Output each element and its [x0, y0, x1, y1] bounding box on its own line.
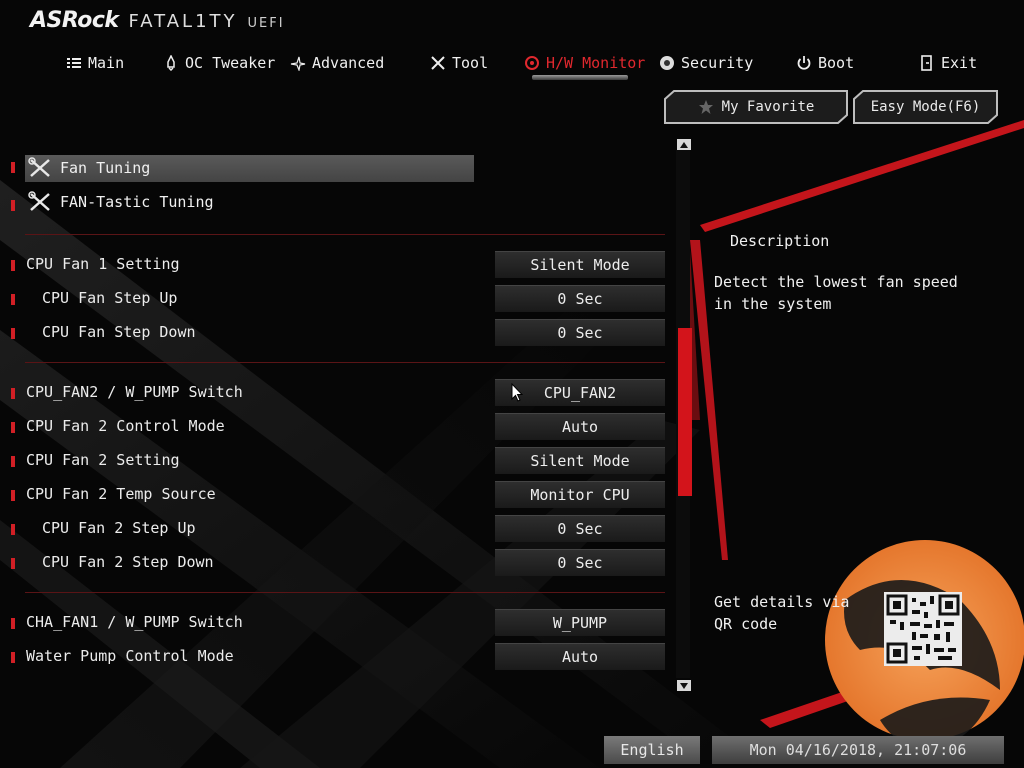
tools-icon [431, 56, 445, 70]
row-marker [11, 388, 15, 399]
uefi-label: UEFI [247, 16, 285, 31]
tab-tool[interactable]: Tool [430, 52, 488, 74]
fan-tuning-item[interactable]: Fan Tuning [28, 155, 150, 181]
triangle-down-icon [680, 682, 688, 689]
row-marker [11, 162, 15, 173]
exit-door-icon [921, 55, 932, 71]
product-logo-text: FATAL1TY [128, 11, 238, 32]
shield-icon [660, 56, 674, 70]
tab-label: Boot [818, 54, 855, 72]
tab-security[interactable]: Security [659, 52, 753, 74]
tools-icon [28, 191, 50, 211]
monitor-gauge-icon [525, 56, 539, 70]
section-divider [25, 592, 665, 593]
list-icon [67, 58, 81, 68]
mouse-cursor-icon [511, 383, 523, 402]
setting-value-button[interactable]: Silent Mode [495, 447, 665, 474]
star-icon [698, 100, 713, 114]
tab-label: H/W Monitor [546, 54, 646, 72]
my-favorite-button[interactable]: My Favorite [664, 90, 848, 124]
tab-exit[interactable]: Exit [919, 52, 977, 74]
setting-label: CHA_FAN1 / W_PUMP Switch [26, 613, 243, 631]
row-marker [11, 294, 15, 305]
fan-tuning-label: Fan Tuning [60, 159, 151, 177]
fantastic-tuning-item[interactable]: FAN-Tastic Tuning [28, 189, 214, 215]
setting-value-button[interactable]: Monitor CPU [495, 481, 665, 508]
setting-label: Water Pump Control Mode [26, 647, 234, 665]
row-marker [11, 524, 15, 535]
setting-label: CPU Fan 2 Temp Source [26, 485, 216, 503]
rocket-icon [167, 55, 175, 71]
scrollbar-thumb[interactable] [678, 328, 692, 496]
setting-label: CPU Fan 1 Setting [26, 255, 180, 273]
description-title: Description [730, 232, 830, 250]
tab-label: Tool [452, 54, 489, 72]
qr-details-text: Get details via QR code [714, 593, 850, 633]
tab-hw-monitor[interactable]: H/W Monitor [524, 52, 645, 74]
section-divider [25, 234, 665, 235]
qr-code-icon [884, 592, 962, 666]
setting-label: CPU Fan Step Up [42, 289, 178, 307]
setting-value-button[interactable]: 0 Sec [495, 285, 665, 312]
scroll-up-arrow[interactable] [677, 139, 691, 150]
row-marker [11, 456, 15, 467]
row-marker [11, 260, 15, 271]
row-marker [11, 558, 15, 569]
brand-logo-text: ASRock [30, 8, 119, 33]
star-icon [290, 56, 306, 71]
asrock-fatality-logo: ASRock FATAL1TY UEFI [30, 8, 285, 38]
setting-value-button[interactable]: Auto [495, 643, 665, 670]
setting-value-button[interactable]: W_PUMP [495, 609, 665, 636]
setting-label: CPU Fan 2 Step Down [42, 553, 214, 571]
tab-label: Advanced [312, 54, 385, 72]
row-marker [11, 490, 15, 501]
tab-boot[interactable]: Boot [796, 52, 854, 74]
row-marker [11, 200, 15, 211]
tab-advanced[interactable]: Advanced [290, 52, 384, 74]
setting-label: CPU Fan 2 Control Mode [26, 417, 225, 435]
setting-value-button[interactable]: Silent Mode [495, 251, 665, 278]
power-icon [797, 56, 811, 70]
setting-label: CPU Fan 2 Step Up [42, 519, 196, 537]
row-marker [11, 422, 15, 433]
easy-mode-button[interactable]: Easy Mode(F6) [853, 90, 998, 124]
setting-value-button[interactable]: Auto [495, 413, 665, 440]
setting-value-button[interactable]: 0 Sec [495, 549, 665, 576]
setting-label: CPU_FAN2 / W_PUMP Switch [26, 383, 243, 401]
language-button[interactable]: English [604, 736, 700, 764]
section-divider [25, 362, 665, 363]
setting-value-button[interactable]: 0 Sec [495, 515, 665, 542]
tab-main[interactable]: Main [66, 52, 124, 74]
setting-label: CPU Fan 2 Setting [26, 451, 180, 469]
active-tab-indicator [532, 75, 628, 80]
tab-label: Exit [941, 54, 978, 72]
triangle-up-icon [680, 141, 688, 148]
row-marker [11, 618, 15, 629]
row-marker [11, 328, 15, 339]
setting-label: CPU Fan Step Down [42, 323, 196, 341]
row-marker [11, 652, 15, 663]
tab-label: OC Tweaker [185, 54, 276, 72]
description-text: Detect the lowest fan speed in the syste… [714, 273, 958, 313]
tools-icon [28, 157, 50, 177]
easy-mode-label: Easy Mode(F6) [870, 99, 981, 115]
fantastic-tuning-label: FAN-Tastic Tuning [60, 193, 214, 211]
tab-label: Security [681, 54, 754, 72]
scroll-down-arrow[interactable] [677, 680, 691, 691]
tab-label: Main [88, 54, 125, 72]
datetime-display: Mon 04/16/2018, 21:07:06 [712, 736, 1004, 764]
setting-value-button[interactable]: 0 Sec [495, 319, 665, 346]
tab-oc-tweaker[interactable]: OC Tweaker [163, 52, 275, 74]
my-favorite-label: My Favorite [721, 99, 815, 115]
